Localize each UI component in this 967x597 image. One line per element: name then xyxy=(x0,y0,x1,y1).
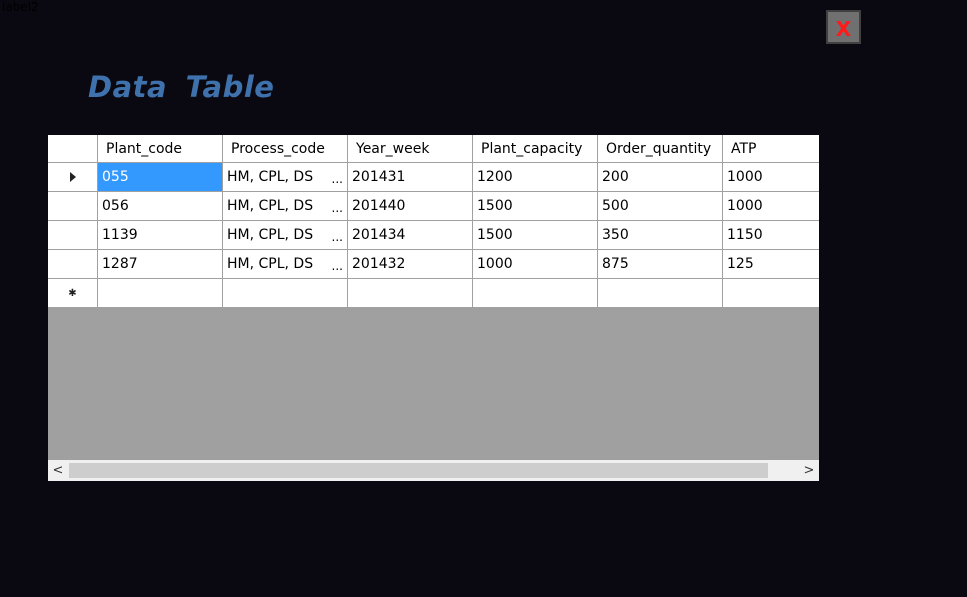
column-header-atp[interactable]: ATP xyxy=(723,135,819,163)
cell-plant-code[interactable]: 055 xyxy=(98,163,223,192)
row-header[interactable] xyxy=(48,192,98,221)
cell-year-week[interactable]: 201434 xyxy=(348,221,473,250)
column-header-process-code[interactable]: Process_code xyxy=(223,135,348,163)
new-cell-atp[interactable] xyxy=(723,279,819,308)
scroll-thumb[interactable] xyxy=(69,463,768,478)
column-header-order-quantity[interactable]: Order_quantity xyxy=(598,135,723,163)
row-header-current[interactable] xyxy=(48,163,98,192)
cell-process-code[interactable]: HM, CPL, DS ... xyxy=(223,163,348,192)
horizontal-scrollbar[interactable]: < > xyxy=(48,460,819,481)
cell-plant-capacity[interactable]: 1500 xyxy=(473,192,598,221)
cell-process-code-value: HM, CPL, DS xyxy=(227,227,314,243)
cell-plant-code[interactable]: 1139 xyxy=(98,221,223,250)
column-header-plant-code[interactable]: Plant_code xyxy=(98,135,223,163)
table-row: 1287 HM, CPL, DS ... 201432 1000 875 125 xyxy=(48,250,819,279)
cell-order-quantity[interactable]: 350 xyxy=(598,221,723,250)
column-header-plant-capacity[interactable]: Plant_capacity xyxy=(473,135,598,163)
ellipsis-button[interactable]: ... xyxy=(332,260,343,272)
ellipsis-button[interactable]: ... xyxy=(332,231,343,243)
cell-plant-code[interactable]: 056 xyxy=(98,192,223,221)
cell-process-code[interactable]: HM, CPL, DS ... xyxy=(223,250,348,279)
scroll-right-arrow-icon[interactable]: > xyxy=(799,460,819,481)
cell-plant-capacity[interactable]: 1200 xyxy=(473,163,598,192)
header-row: Plant_code Process_code Year_week Plant_… xyxy=(48,135,819,163)
new-row: ✱ xyxy=(48,279,819,308)
cell-process-code-value: HM, CPL, DS xyxy=(227,198,314,214)
cell-process-code-value: HM, CPL, DS xyxy=(227,169,314,185)
cell-plant-code[interactable]: 1287 xyxy=(98,250,223,279)
cell-year-week[interactable]: 201440 xyxy=(348,192,473,221)
table-row: 055 HM, CPL, DS ... 201431 1200 200 1000 xyxy=(48,163,819,192)
row-header[interactable] xyxy=(48,250,98,279)
column-header-year-week[interactable]: Year_week xyxy=(348,135,473,163)
cell-order-quantity[interactable]: 875 xyxy=(598,250,723,279)
cell-year-week[interactable]: 201431 xyxy=(348,163,473,192)
label2: label2 xyxy=(2,0,39,14)
new-cell-plant-capacity[interactable] xyxy=(473,279,598,308)
cell-plant-capacity[interactable]: 1500 xyxy=(473,221,598,250)
cell-process-code[interactable]: HM, CPL, DS ... xyxy=(223,192,348,221)
ellipsis-button[interactable]: ... xyxy=(332,173,343,185)
new-cell-plant-code[interactable] xyxy=(98,279,223,308)
row-header[interactable] xyxy=(48,221,98,250)
ellipsis-button[interactable]: ... xyxy=(332,202,343,214)
new-row-asterisk-icon: ✱ xyxy=(68,287,77,299)
close-button-label: X xyxy=(835,17,852,41)
cell-process-code-value: HM, CPL, DS xyxy=(227,256,314,272)
cell-atp[interactable]: 1000 xyxy=(723,192,819,221)
table-row: 056 HM, CPL, DS ... 201440 1500 500 1000 xyxy=(48,192,819,221)
cell-order-quantity[interactable]: 500 xyxy=(598,192,723,221)
close-button[interactable]: X xyxy=(826,10,861,44)
current-row-arrow-icon xyxy=(69,172,76,182)
cell-plant-capacity[interactable]: 1000 xyxy=(473,250,598,279)
cell-atp[interactable]: 1150 xyxy=(723,221,819,250)
new-cell-order-quantity[interactable] xyxy=(598,279,723,308)
new-cell-process-code[interactable] xyxy=(223,279,348,308)
data-grid-body: Plant_code Process_code Year_week Plant_… xyxy=(48,135,819,308)
cell-atp[interactable]: 125 xyxy=(723,250,819,279)
scroll-left-arrow-icon[interactable]: < xyxy=(48,460,68,481)
row-header-new[interactable]: ✱ xyxy=(48,279,98,308)
cell-order-quantity[interactable]: 200 xyxy=(598,163,723,192)
cell-process-code[interactable]: HM, CPL, DS ... xyxy=(223,221,348,250)
new-cell-year-week[interactable] xyxy=(348,279,473,308)
top-left-header-cell[interactable] xyxy=(48,135,98,163)
cell-atp[interactable]: 1000 xyxy=(723,163,819,192)
page-title: Data Table xyxy=(88,70,275,104)
cell-year-week[interactable]: 201432 xyxy=(348,250,473,279)
table-row: 1139 HM, CPL, DS ... 201434 1500 350 115… xyxy=(48,221,819,250)
data-grid[interactable]: Plant_code Process_code Year_week Plant_… xyxy=(48,135,819,481)
